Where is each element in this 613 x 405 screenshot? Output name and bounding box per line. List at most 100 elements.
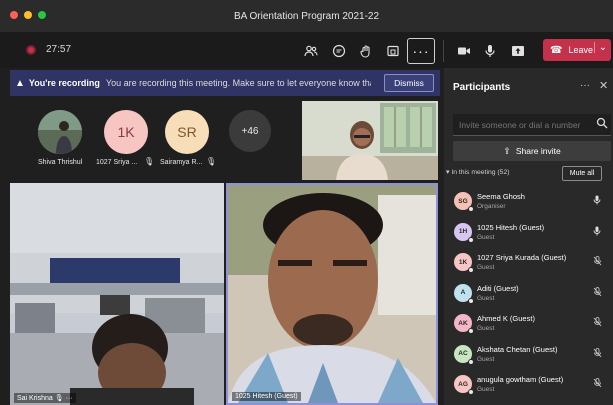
participant-role: Guest [477,355,495,363]
participant-role: Organiser [477,203,506,210]
reactions-button[interactable] [355,40,377,62]
muted-microphone-icon[interactable] [593,256,602,268]
avatar-name: 1027 Sriya ... [96,159,138,166]
participant-name: 1027 Sriya Kurada (Guest) [477,253,567,262]
share-invite-label: Share invite [515,146,561,156]
search-icon[interactable] [596,117,608,129]
more-actions-button[interactable]: ··· [407,38,435,64]
participant-name: Seema Ghosh [477,192,525,201]
toolbar-divider [443,40,444,62]
close-window-button[interactable] [10,11,18,19]
close-panel-icon[interactable]: ✕ [599,79,608,92]
title-bar: BA Orientation Program 2021-22 [0,0,613,32]
presence-status-icon [468,297,474,304]
maximize-window-button[interactable] [38,11,46,19]
avatar-name: Shiva Thrishul [38,159,83,166]
hitesh-video [228,185,436,403]
recording-indicator-icon [26,45,36,55]
video-tile-presenter[interactable] [302,101,438,180]
participant-initials: 1K [458,258,468,266]
avatar-initials: SR [177,124,197,140]
participant-role: Guest [477,294,495,302]
muted-mic-icon: 🎙 [206,157,217,166]
presenter-video [302,101,438,180]
chevron-down-icon[interactable]: ⌄ [593,42,607,53]
microphone-icon [485,45,495,57]
presence-status-icon [468,328,474,334]
avatar-sairamya[interactable]: SR [165,110,209,154]
warning-icon: ▲ [15,77,25,89]
more-participants-button[interactable]: +46 [229,110,271,152]
teams-meeting-window: BA Orientation Program 2021-22 27:57 ···… [0,0,613,405]
muted-microphone-icon[interactable] [593,317,602,329]
participant-initials: SG [458,197,468,205]
camera-icon [458,47,470,55]
invite-input[interactable] [459,119,589,130]
leave-button[interactable]: ☎ Leave ⌄ [543,39,611,61]
share-invite-button[interactable]: ⇪ Share invite [453,141,611,161]
panel-more-icon[interactable]: ··· [580,80,590,91]
participant-row[interactable]: SG Seema Ghosh Organiser [444,188,613,218]
muted-microphone-icon[interactable] [593,286,602,299]
video-tile-sai-krishna[interactable]: Sai Krishna 🎙 ··· [10,183,224,405]
participant-initials: AG [458,380,468,388]
presence-status-icon [468,267,474,273]
sai-krishna-video [10,183,224,405]
rooms-button[interactable] [382,40,404,62]
muted-mic-icon: 🎙 [144,157,155,166]
presence-status-icon [468,358,474,365]
in-meeting-header[interactable]: ▾ In this meeting (52) [446,168,510,176]
participants-panel: Participants ··· ✕ ⇪ Share invite ▾ In t… [444,68,613,405]
avatar-shiva-thrishul[interactable] [38,110,82,154]
minimize-window-button[interactable] [24,11,32,19]
participant-row[interactable]: 1K 1027 Sriya Kurada (Guest) Guest [444,249,613,279]
avatar-initials: 1K [117,124,135,140]
participant-avatar: 1K [454,253,474,273]
dismiss-button[interactable]: Dismiss [384,74,434,92]
microphone-button[interactable] [479,40,501,62]
participant-role: Guest [477,233,495,241]
participant-name: Ahmed K (Guest) [477,314,535,323]
participant-row[interactable]: AC Akshata Chetan (Guest) Guest [444,341,613,371]
share-content-button[interactable] [507,40,529,62]
participant-row[interactable]: AG anugula gowtham (Guest) Guest [444,371,613,401]
participant-row[interactable]: 1H 1025 Hitesh (Guest) Guest [444,219,613,249]
presence-status-icon [468,389,474,395]
chat-button[interactable] [328,40,350,62]
mute-all-button[interactable]: Mute all [562,166,602,181]
profile-photo [38,110,82,154]
participant-initials: AK [458,319,468,327]
share-icon: ⇪ [503,145,511,156]
participant-row[interactable]: AK Ahmed K (Guest) Guest [444,310,613,340]
microphone-icon[interactable] [593,226,601,238]
microphone-icon[interactable] [593,195,601,207]
video-tile-hitesh[interactable]: 1025 Hitesh (Guest) [226,183,438,405]
participant-row[interactable]: A Aditi (Guest) Guest [444,280,613,310]
panel-title: Participants [453,82,511,93]
participant-role: Guest [477,386,495,393]
participant-role: Guest [477,325,495,332]
participants-toggle-button[interactable] [300,40,322,62]
participant-avatar: 1H [454,222,474,243]
more-icon: ··· [412,43,430,59]
chat-icon [332,44,346,58]
leave-label: Leave [568,45,593,55]
video-tile-label: Sai Krishna 🎙 ··· [14,393,76,403]
participant-name: Akshata Chetan (Guest) [477,344,558,354]
recording-banner-title: You're recording [28,78,100,88]
recording-banner: ▲ You're recording You are recording thi… [10,70,440,96]
participant-avatar: SG [454,192,474,212]
share-screen-icon [512,46,524,56]
participant-role: Guest [477,264,495,271]
muted-microphone-icon[interactable] [593,378,602,390]
presence-status-icon [468,206,474,212]
participant-avatar: AK [454,314,474,334]
invite-search-box [453,114,611,136]
video-tile-label: 1025 Hitesh (Guest) [232,392,301,401]
participant-name: anugula gowtham (Guest) [477,375,564,384]
camera-button[interactable] [453,40,475,62]
avatar-1027-sriya[interactable]: 1K [104,110,148,154]
muted-microphone-icon[interactable] [593,347,602,360]
participant-initials: AC [458,350,468,357]
hang-up-icon: ☎ [550,44,563,56]
